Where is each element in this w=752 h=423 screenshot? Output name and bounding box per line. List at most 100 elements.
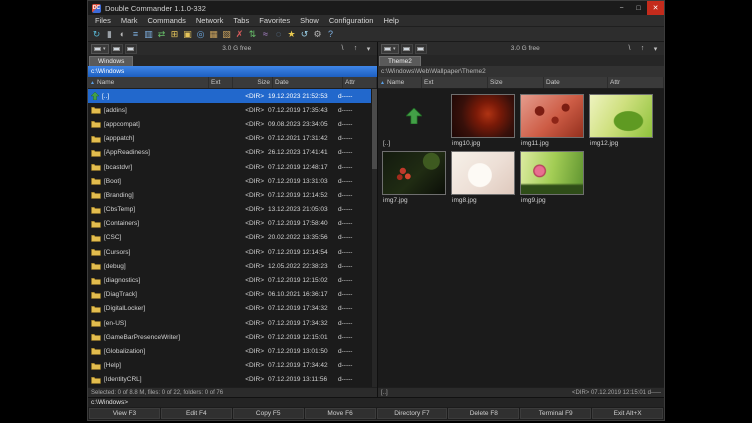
left-scrollbar[interactable] (371, 89, 377, 387)
menu-favorites[interactable]: Favorites (254, 15, 295, 26)
file-row[interactable]: [AppReadiness]<DIR>26.12.2023 17:41:41d-… (88, 146, 377, 160)
thumbnail-item[interactable]: img8.jpg (451, 151, 517, 204)
right-history-button[interactable]: ▾ (650, 44, 661, 54)
close-button[interactable]: ✕ (647, 1, 664, 15)
file-row[interactable]: [Branding]<DIR>07.12.2019 12:14:52d----- (88, 188, 377, 202)
network-icon[interactable]: ◎ (195, 28, 206, 40)
archive-unpack-icon[interactable]: ▧ (221, 28, 232, 40)
fn-view-f3-button[interactable]: View F3 (89, 408, 160, 419)
sync-dirs-icon[interactable]: ⇅ (247, 28, 258, 40)
right-path-bar[interactable]: c:\Windows\Web\Wallpaper\Theme2 (378, 66, 664, 77)
archive-pack-icon[interactable]: ▦ (208, 28, 219, 40)
search-icon[interactable]: ◌ (273, 28, 284, 40)
column-header-attr[interactable]: Attr (343, 77, 377, 88)
menu-tabs[interactable]: Tabs (228, 15, 254, 26)
file-row[interactable]: [DiagTrack]<DIR>06.10.2021 16:36:17d----… (88, 288, 377, 302)
menu-help[interactable]: Help (378, 15, 403, 26)
column-header-date[interactable]: Date (544, 77, 608, 88)
file-row[interactable]: [Globalization]<DIR>07.12.2019 13:01:50d… (88, 344, 377, 358)
vertical-panels-icon[interactable]: ▥ (143, 28, 154, 40)
command-input[interactable] (128, 398, 661, 407)
fn-delete-f8-button[interactable]: Delete F8 (448, 408, 519, 419)
file-attr: d----- (336, 277, 370, 284)
menu-show[interactable]: Show (295, 15, 324, 26)
left-drive-d-button[interactable] (125, 44, 137, 54)
file-row[interactable]: [Cursors]<DIR>07.12.2019 12:14:54d----- (88, 245, 377, 259)
file-row[interactable]: [Containers]<DIR>07.12.2019 17:58:40d---… (88, 217, 377, 231)
fn-terminal-f9-button[interactable]: Terminal F9 (520, 408, 591, 419)
menu-network[interactable]: Network (191, 15, 229, 26)
column-header-name[interactable]: ▲Name (378, 77, 422, 88)
column-header-name[interactable]: ▲Name (88, 77, 209, 88)
fn-move-f6-button[interactable]: Move F6 (305, 408, 376, 419)
right-parent-dir-button[interactable]: ↑ (637, 44, 648, 54)
history-icon[interactable]: ↺ (299, 28, 310, 40)
file-row[interactable]: [Boot]<DIR>07.12.2019 13:31:03d----- (88, 174, 377, 188)
fn-copy-f5-button[interactable]: Copy F5 (233, 408, 304, 419)
file-row[interactable]: [CbsTemp]<DIR>13.12.2023 21:05:03d----- (88, 203, 377, 217)
thumbnail-item[interactable]: [..] (382, 94, 448, 147)
tab-theme2[interactable]: Theme2 (379, 56, 421, 66)
fn-edit-f4-button[interactable]: Edit F4 (161, 408, 232, 419)
file-row[interactable]: [en-US]<DIR>07.12.2019 17:34:32d----- (88, 316, 377, 330)
new-folder-icon[interactable]: ▣ (182, 28, 193, 40)
column-header-size[interactable]: Size (233, 77, 273, 88)
file-row[interactable]: [diagnostics]<DIR>07.12.2019 12:15:02d--… (88, 273, 377, 287)
multi-rename-icon[interactable]: ≈ (260, 28, 271, 40)
thumbnail-item[interactable]: img7.jpg (382, 151, 448, 204)
options-icon[interactable]: ⚙ (312, 28, 323, 40)
file-row[interactable]: [GameBarPresenceWriter]<DIR>07.12.2019 1… (88, 330, 377, 344)
fn-exit-alt-x-button[interactable]: Exit Alt+X (592, 408, 663, 419)
right-root-button[interactable]: \ (624, 44, 635, 54)
scrollbar-thumb[interactable] (372, 89, 377, 169)
thumbnail-item[interactable]: img11.jpg (520, 94, 586, 147)
file-row[interactable]: [DigitalLocker]<DIR>07.12.2019 17:34:32d… (88, 302, 377, 316)
tab-windows[interactable]: Windows (89, 56, 133, 66)
file-row[interactable]: [..]<DIR>19.12.2023 21:52:53d----- (88, 89, 377, 103)
column-header-attr[interactable]: Attr (608, 77, 664, 88)
refresh-icon[interactable]: ↻ (91, 28, 102, 40)
left-history-button[interactable]: ▾ (363, 44, 374, 54)
file-row[interactable]: [Help]<DIR>07.12.2019 17:34:42d----- (88, 359, 377, 373)
menu-files[interactable]: Files (90, 15, 116, 26)
left-root-button[interactable]: \ (337, 44, 348, 54)
column-header-ext[interactable]: Ext (422, 77, 488, 88)
file-size: <DIR> (226, 277, 266, 284)
thumbnail-item[interactable]: img10.jpg (451, 94, 517, 147)
minimize-button[interactable]: − (613, 1, 630, 15)
menu-mark[interactable]: Mark (116, 15, 143, 26)
show-hidden-icon[interactable]: ◐ (117, 28, 128, 40)
file-row[interactable]: [bcastdvr]<DIR>07.12.2019 12:48:17d----- (88, 160, 377, 174)
file-row[interactable]: [addins]<DIR>07.12.2019 17:35:43d----- (88, 103, 377, 117)
file-row[interactable]: [apppatch]<DIR>07.12.2021 17:31:42d----- (88, 132, 377, 146)
file-row[interactable]: [CSC]<DIR>20.02.2022 13:35:56d----- (88, 231, 377, 245)
left-path-bar[interactable]: c:\Windows (88, 66, 377, 77)
thumbnail-item[interactable]: img9.jpg (520, 151, 586, 204)
column-header-date[interactable]: Date (273, 77, 343, 88)
right-drive-selector[interactable]: ▾ (381, 44, 399, 54)
disk-icon (127, 47, 134, 51)
left-drive-c-button[interactable] (111, 44, 123, 54)
menu-commands[interactable]: Commands (143, 15, 191, 26)
right-drive-d-button[interactable] (415, 44, 427, 54)
run-terminal-icon[interactable]: ▮ (104, 28, 115, 40)
maximize-button[interactable]: □ (630, 1, 647, 15)
fn-directory-f7-button[interactable]: Directory F7 (377, 408, 448, 419)
menu-configuration[interactable]: Configuration (324, 15, 379, 26)
file-row[interactable]: [appcompat]<DIR>09.08.2023 23:34:05d----… (88, 117, 377, 131)
copy-icon[interactable]: ⊞ (169, 28, 180, 40)
flat-view-icon[interactable]: ≡ (130, 28, 141, 40)
file-row[interactable]: [IdentityCRL]<DIR>07.12.2019 13:11:56d--… (88, 373, 377, 387)
file-row[interactable]: [debug]<DIR>12.05.2022 22:38:23d----- (88, 259, 377, 273)
thumbnail-item[interactable]: img12.jpg (589, 94, 655, 147)
swap-panels-icon[interactable]: ⇄ (156, 28, 167, 40)
delete-icon[interactable]: ✗ (234, 28, 245, 40)
column-header-ext[interactable]: Ext (209, 77, 233, 88)
favorites-icon[interactable]: ★ (286, 28, 297, 40)
help-icon[interactable]: ? (325, 28, 336, 40)
left-drive-selector[interactable]: ▾ (91, 44, 109, 54)
file-size: <DIR> (226, 93, 266, 100)
column-header-size[interactable]: Size (488, 77, 544, 88)
left-parent-dir-button[interactable]: ↑ (350, 44, 361, 54)
right-drive-c-button[interactable] (401, 44, 413, 54)
